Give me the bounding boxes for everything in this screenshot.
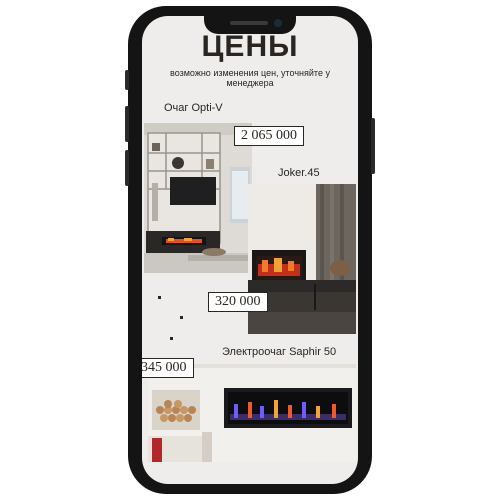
product-photo-saphir[interactable] (148, 364, 356, 462)
volume-up-button (125, 106, 129, 142)
saphir-fireplace-image (148, 364, 356, 462)
power-button (371, 118, 375, 174)
price-tag-joker: 320 000 (208, 292, 268, 312)
product-name-saphir: Электроочаг Saphir 50 (222, 346, 337, 358)
page-subtitle: возможно изменения цен, уточняйте у мене… (170, 68, 330, 88)
volume-down-button (125, 150, 129, 186)
product-name-opti-v: Очаг Opti-V (164, 102, 223, 114)
decor-dot (158, 296, 161, 299)
camera-icon (274, 19, 282, 27)
page-title: ЦЕНЫ (201, 30, 299, 63)
phone-screen: ЦЕНЫ возможно изменения цен, уточняйте у… (142, 16, 358, 484)
decor-dot (170, 337, 173, 340)
product-name-joker: Joker.45 (278, 167, 320, 179)
decor-dot (180, 316, 183, 319)
price-tag-saphir: 345 000 (142, 358, 194, 378)
speaker-icon (230, 21, 268, 25)
phone-side-button (125, 70, 129, 90)
price-tag-opti-v: 2 065 000 (234, 126, 304, 146)
